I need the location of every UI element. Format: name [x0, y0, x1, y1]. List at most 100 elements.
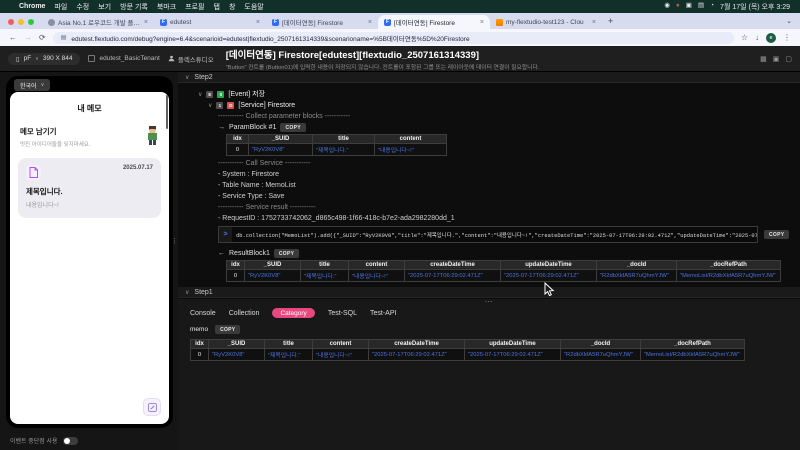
- tab-firestore-1[interactable]: F [데이터연동] Firestore ×: [266, 15, 378, 29]
- paramblock-copy-button[interactable]: COPY: [280, 123, 306, 132]
- table-row: 0 "RyV2K0V8" "제목입니다." "내용입니다~!" "2025-07…: [190, 348, 745, 361]
- screen-mirroring-icon[interactable]: ▣: [686, 3, 692, 10]
- service-node-label: [Service] Firestore: [238, 102, 296, 109]
- memo-table: idx _SUID title content createDateTime u…: [190, 339, 745, 361]
- table-row: 0 "RyV2K0V8" "제목입니다." "내용입니다~!": [226, 143, 447, 156]
- close-tab-icon[interactable]: ×: [256, 19, 260, 26]
- tab-asia-no1[interactable]: Asia No.1 로우코드 개발 플랫폼 | ×: [42, 15, 154, 29]
- close-window-icon[interactable]: [8, 19, 14, 25]
- event-node[interactable]: ∨ E 0 [Event] 저장: [198, 89, 792, 99]
- tenant-checkbox-group[interactable]: edutest_BasicTenant: [88, 55, 160, 62]
- back-icon[interactable]: ←: [9, 33, 17, 42]
- call-service-divider: ----------- Call Service -----------: [218, 160, 311, 167]
- memo-content: 내용입니다~!: [26, 203, 59, 209]
- language-selector[interactable]: 한국어 ∨: [14, 79, 51, 91]
- memo-title: 제목입니다.: [26, 187, 63, 196]
- omnibox[interactable]: ▤ edutest.flextudio.com/debug?engine=6.4…: [52, 31, 734, 44]
- close-tab-icon[interactable]: ×: [144, 19, 148, 26]
- memo-header-section: 메모 남기기 멋진 아이디어들을 잊지마세요.: [10, 114, 169, 150]
- menubar-item-tab[interactable]: 탭: [214, 2, 220, 12]
- step1-tabs: Console Collection Category Test-SQL Tes…: [178, 304, 800, 321]
- firebase-favicon-icon: [496, 18, 503, 26]
- phone-scrollbar[interactable]: [166, 95, 168, 129]
- paramblock-row: → ParamBlock #1 COPY: [218, 123, 792, 132]
- window-controls: [8, 19, 34, 25]
- resultblock-row: ← ResultBlock1 COPY: [218, 249, 792, 258]
- tenant-checkbox[interactable]: [88, 55, 96, 62]
- tab-firestore-active[interactable]: F [데이터연동] Firestore ×: [378, 15, 490, 29]
- content-area: 한국어 ∨ 내 메모 메모 남기기 멋진 아이디어들을 잊지마세요. 2025.…: [0, 72, 800, 450]
- query-code-row: > db.collection("MemoList").add({"_SUID"…: [218, 226, 792, 243]
- tab-test-api[interactable]: Test-API: [370, 310, 396, 317]
- arrow-left-icon: ←: [218, 250, 225, 257]
- chevron-down-icon: ∨: [185, 74, 190, 81]
- kebab-menu-icon[interactable]: ⋮: [783, 33, 791, 42]
- menubar-item-file[interactable]: 파일: [54, 2, 67, 12]
- menubar-item-chrome[interactable]: Chrome: [19, 3, 45, 10]
- tab-console[interactable]: Console: [190, 310, 216, 317]
- tab-collection[interactable]: Collection: [229, 310, 260, 317]
- close-tab-icon[interactable]: ×: [480, 19, 484, 26]
- page-root: Chrome 파일 수정 보기 방문 기록 북마크 프로필 탭 창 도움말 ◉ …: [0, 0, 800, 450]
- window-mode-icon[interactable]: ▢: [785, 55, 792, 63]
- panel-resize-handle[interactable]: ⋮: [171, 238, 178, 245]
- memo-list-item[interactable]: 2025.07.17 제목입니다. 내용입니다~!: [18, 158, 161, 218]
- device-size-control[interactable]: ▯ pF ∨ 390 X 844: [8, 52, 81, 65]
- menubar-item-history[interactable]: 방문 기록: [120, 2, 148, 12]
- minimize-window-icon[interactable]: [18, 19, 24, 25]
- tab-firebase-console[interactable]: my-flextudio-test123 - Clou ×: [490, 15, 602, 29]
- query-code-box[interactable]: > db.collection("MemoList").add({"_SUID"…: [218, 226, 758, 243]
- reload-icon[interactable]: ⟳: [39, 33, 46, 42]
- compose-button[interactable]: [143, 398, 161, 416]
- menubar-item-window[interactable]: 창: [229, 2, 235, 12]
- menubar-item-profile[interactable]: 프로필: [185, 2, 204, 12]
- zoom-window-icon[interactable]: [28, 19, 34, 25]
- step1-panel: ⋯ Console Collection Category Test-SQL T…: [178, 298, 800, 450]
- tab-category[interactable]: Category: [272, 308, 315, 318]
- new-tab-button[interactable]: +: [608, 16, 613, 26]
- memo-date: 2025.07.17: [122, 165, 153, 171]
- menubar-clock[interactable]: 7월 17일 (목) 오후 3:29: [720, 2, 790, 12]
- panel-view-icon[interactable]: ▣: [773, 55, 780, 63]
- close-tab-icon[interactable]: ×: [592, 19, 596, 26]
- device-size-value: 390 X 844: [42, 55, 73, 62]
- service-node[interactable]: ∨ 1 D [Service] Firestore: [208, 102, 792, 109]
- step2-tree: ∨ E 0 [Event] 저장 ∨ 1 D [Service] Firesto…: [178, 83, 800, 282]
- table-row: 0 "RyV2K0V8" "제목입니다." "내용입니다~!" "2025-07…: [226, 269, 781, 282]
- site-info-icon[interactable]: ▤: [61, 34, 67, 41]
- menubar-item-help[interactable]: 도움말: [244, 2, 263, 12]
- menubar-item-bookmarks[interactable]: 북마크: [157, 2, 176, 12]
- forward-icon[interactable]: →: [24, 33, 32, 42]
- step2-header[interactable]: ∨ Step2: [178, 72, 800, 83]
- col-suid: _SUID: [248, 134, 313, 144]
- event-breakpoint-toggle[interactable]: [62, 436, 78, 445]
- profile-avatar[interactable]: e: [766, 32, 776, 43]
- record-icon[interactable]: ◉: [664, 3, 670, 10]
- battery-icon[interactable]: ▤: [698, 3, 704, 10]
- close-tab-icon[interactable]: ×: [368, 19, 372, 26]
- memo-table-header: memo COPY: [178, 321, 800, 335]
- toolbar-right-icons: ▦ ▣ ▢: [760, 55, 792, 63]
- device-preset-label: pF: [23, 55, 32, 62]
- resultblock-copy-button[interactable]: COPY: [273, 249, 300, 258]
- request-id-line: - RequestID : 1752733742062_d865c498-1f6…: [218, 215, 455, 222]
- brand-group[interactable]: 플렉스튜디오: [168, 54, 214, 64]
- avatar: [148, 126, 157, 145]
- query-copy-button[interactable]: COPY: [764, 230, 790, 239]
- menubar-item-view[interactable]: 보기: [98, 2, 111, 12]
- event-breakpoint-row: 이벤트 중단점 사용: [10, 436, 78, 445]
- tab-test-sql[interactable]: Test-SQL: [328, 310, 357, 317]
- tab-search-icon[interactable]: ⌄: [786, 17, 796, 25]
- menubar-item-edit[interactable]: 수정: [76, 2, 89, 12]
- layout-grid-icon[interactable]: ▦: [760, 55, 767, 63]
- download-icon[interactable]: ↓: [755, 33, 759, 42]
- control-center-icon[interactable]: ◔: [710, 3, 714, 10]
- bookmark-star-icon[interactable]: ☆: [741, 33, 748, 42]
- document-icon: [26, 165, 41, 180]
- chevron-down-icon: ∨: [40, 82, 45, 88]
- recording-dot-icon[interactable]: ●: [676, 3, 680, 10]
- col-content: content: [374, 134, 447, 144]
- tab-edutest[interactable]: F edutest ×: [154, 15, 266, 29]
- memo-copy-button[interactable]: COPY: [215, 325, 241, 334]
- preview-panel: 한국어 ∨ 내 메모 메모 남기기 멋진 아이디어들을 잊지마세요. 2025.…: [0, 72, 178, 450]
